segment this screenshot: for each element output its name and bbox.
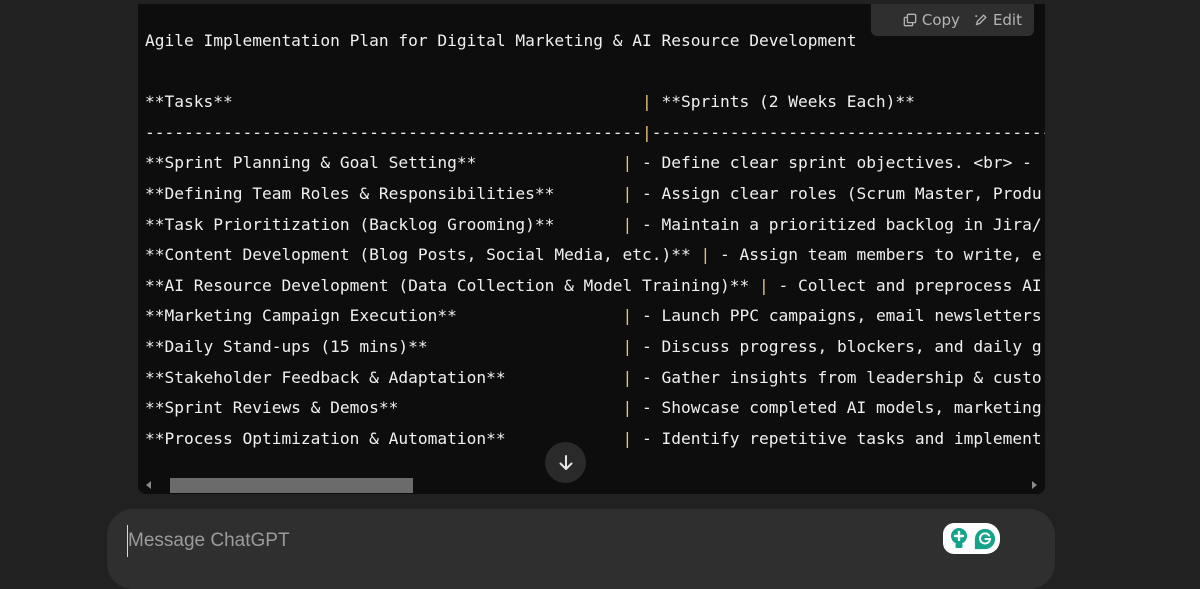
table-pipe: | — [642, 122, 652, 142]
edit-button[interactable]: Edit — [974, 11, 1022, 29]
code-scroll-area[interactable]: Agile Implementation Plan for Digital Ma… — [138, 4, 1045, 476]
copy-button[interactable]: Copy — [903, 11, 960, 29]
code-line: **Tasks** | **Sprints (2 Weeks Each)** — [145, 92, 915, 112]
scroll-right-arrow[interactable] — [1032, 481, 1037, 489]
arrow-down-icon — [559, 454, 572, 470]
code-line: **Marketing Campaign Execution** | - Lau… — [145, 306, 1042, 326]
code-block-toolbar: Copy Edit — [871, 4, 1034, 36]
code-line: ----------------------------------------… — [145, 122, 1045, 142]
table-pipe: | — [622, 153, 633, 173]
code-line: **Task Prioritization (Backlog Grooming)… — [145, 214, 1042, 234]
grammarly-icon[interactable] — [974, 527, 996, 551]
table-pipe: | — [622, 398, 633, 418]
code-line: **Sprint Reviews & Demos** | - Showcase … — [145, 398, 1042, 418]
code-line: **Daily Stand-ups (15 mins)** | - Discus… — [145, 336, 1042, 356]
table-pipe: | — [622, 428, 633, 448]
code-content: Agile Implementation Plan for Digital Ma… — [138, 4, 1045, 454]
message-composer — [107, 509, 1055, 589]
table-pipe: | — [700, 245, 711, 265]
copy-label: Copy — [921, 11, 960, 29]
table-pipe: | — [622, 183, 633, 203]
edit-label: Edit — [992, 11, 1022, 29]
horizontal-scrollbar[interactable] — [138, 476, 1045, 494]
grammarly-widget[interactable] — [943, 523, 1000, 554]
table-pipe: | — [758, 275, 769, 295]
message-input[interactable] — [127, 525, 930, 557]
table-pipe: | — [622, 306, 633, 326]
scroll-left-arrow[interactable] — [146, 481, 151, 489]
table-pipe: | — [622, 336, 633, 356]
lightbulb-plus-icon[interactable] — [948, 527, 970, 551]
copy-icon — [903, 13, 917, 27]
scroll-to-bottom-button[interactable] — [545, 442, 586, 483]
table-pipe: | — [622, 214, 633, 234]
code-line: **Process Optimization & Automation** | … — [145, 428, 1042, 448]
pencil-icon — [975, 14, 987, 26]
table-pipe: | — [622, 367, 633, 387]
table-pipe: | — [642, 92, 652, 112]
code-line: **Content Development (Blog Posts, Socia… — [145, 245, 1042, 265]
code-line: **Sprint Planning & Goal Setting** | - D… — [145, 153, 1042, 173]
code-line: **Stakeholder Feedback & Adaptation** | … — [145, 367, 1042, 387]
scrollbar-thumb[interactable] — [170, 478, 413, 493]
code-block: Copy Edit Agile Implementation Plan for … — [138, 4, 1045, 494]
code-line: **Defining Team Roles & Responsibilities… — [145, 183, 1042, 203]
code-line: **AI Resource Development (Data Collecti… — [145, 275, 1042, 295]
